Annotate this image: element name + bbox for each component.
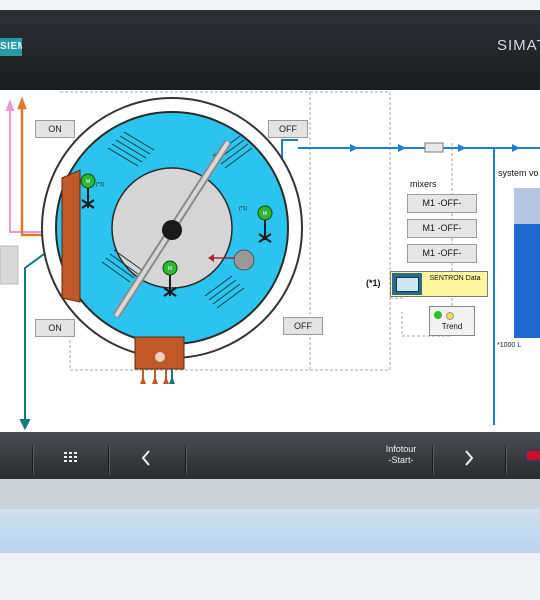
device-base: [0, 553, 540, 600]
off-button-bottom[interactable]: OFF: [283, 317, 323, 335]
level-sensor: [233, 249, 255, 271]
device-top-bezel: SIEMENS SIMATIC: [0, 10, 540, 90]
status-green-icon: [434, 311, 442, 319]
on-button-top[interactable]: ON: [35, 120, 75, 138]
mixer-button-2[interactable]: M1 -OFF-: [407, 219, 477, 238]
volume-unit-label: *1000 L: [497, 342, 522, 349]
sentron-data-button[interactable]: SENTRON Data: [390, 271, 488, 297]
system-volume-title: system vo: [498, 168, 539, 178]
on-button-bottom[interactable]: ON: [35, 319, 75, 337]
sentron-marker: (*1): [366, 278, 381, 288]
heater: [61, 169, 81, 303]
motor-label: M: [86, 179, 90, 185]
status-yellow-icon: [446, 312, 454, 320]
meter-icon: [392, 273, 422, 295]
forward-button[interactable]: [440, 444, 498, 472]
left-grey-block: [0, 245, 19, 285]
star-mark: (*1): [96, 182, 104, 188]
trend-label: Trend: [441, 322, 463, 331]
infotour-label: Infotour: [385, 444, 417, 454]
mixer-button-1[interactable]: M1 -OFF-: [407, 194, 477, 213]
trend-button[interactable]: Trend: [429, 306, 475, 336]
siemens-logo: SIEMENS: [0, 38, 22, 56]
back-button[interactable]: [114, 444, 178, 472]
mixer-button-3[interactable]: M1 -OFF-: [407, 244, 477, 263]
motor-label: M: [263, 211, 267, 217]
menu-grid-button[interactable]: [40, 444, 102, 472]
volume-bar-fill: [514, 224, 540, 338]
hmi-screen: M M M (*1) (*1) ON OFF ON OFF mixers M1 …: [0, 90, 540, 432]
simatic-brand: SIMATIC: [497, 37, 540, 54]
infotour-start-button[interactable]: Infotour -Start-: [372, 444, 430, 472]
chevron-left-icon: [141, 450, 150, 466]
off-button-top[interactable]: OFF: [268, 120, 308, 138]
grid-icon: [64, 452, 77, 462]
infotour-start-label: -Start-: [388, 455, 414, 465]
navigation-bar: Infotour -Start-: [0, 432, 540, 479]
star-mark: (*1): [239, 206, 247, 212]
device-bottom-bezel: [0, 479, 540, 509]
hmi-device: SIEMENS SIMATIC: [0, 0, 540, 600]
sentron-label: SENTRON Data: [429, 275, 481, 282]
mixers-title: mixers: [410, 179, 437, 189]
volume-bar-empty: [514, 188, 540, 224]
chevron-right-icon: [465, 450, 474, 466]
agitator-hub: [162, 220, 182, 240]
motor-label: M: [168, 266, 172, 272]
device-light-strip: [0, 509, 540, 553]
valve-icon: [424, 142, 444, 153]
flag-icon[interactable]: [526, 450, 540, 461]
